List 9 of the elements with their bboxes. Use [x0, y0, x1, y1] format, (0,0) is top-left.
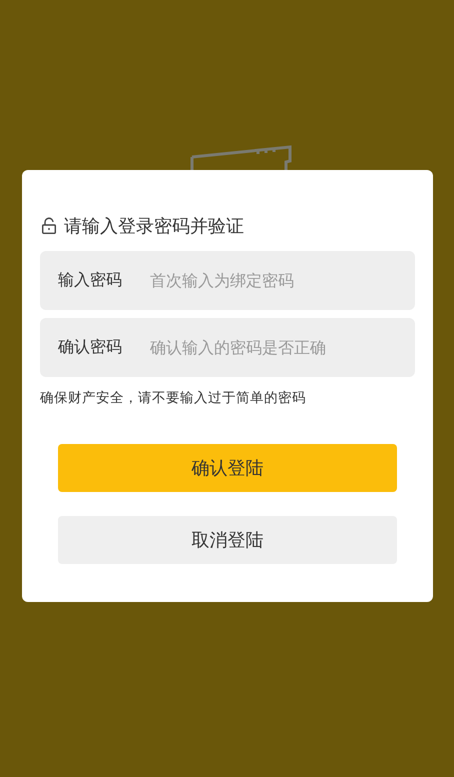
password-input[interactable]: 确认输入的密码是否正确: [148, 337, 397, 358]
confirm-button[interactable]: 确认登陆: [58, 444, 397, 492]
field-label: 确认密码: [58, 337, 123, 358]
field-label: 输入密码: [58, 270, 123, 291]
unlock-icon: [40, 217, 58, 235]
password-input[interactable]: 首次输入为绑定密码: [148, 270, 397, 291]
dialog-title: 请输入登录密码并验证: [64, 215, 244, 238]
hint-text: 确保财产安全，请不要输入过于简单的密码: [40, 389, 307, 407]
cancel-button[interactable]: 取消登陆: [58, 516, 397, 564]
